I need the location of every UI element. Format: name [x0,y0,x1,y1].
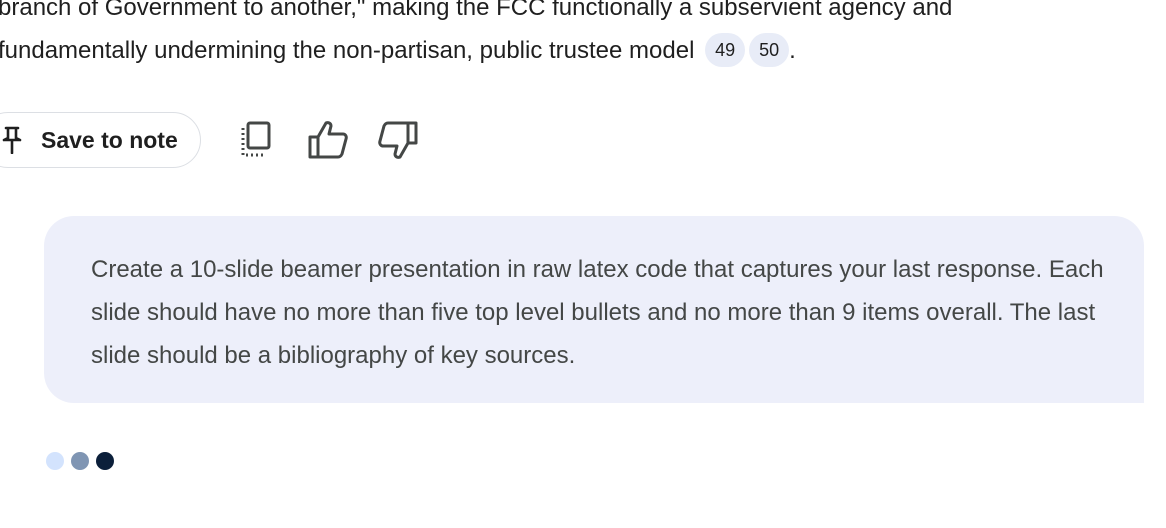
loading-indicator [46,452,114,470]
save-to-note-label: Save to note [41,126,178,153]
pin-icon [2,126,22,154]
user-prompt-bubble: Create a 10-slide beamer presentation in… [44,216,1144,403]
copy-button[interactable] [231,115,281,165]
copy-icon [241,121,271,157]
loading-dot-1 [46,452,64,470]
thumbs-down-button[interactable] [373,115,423,165]
response-line-1: branch of Government to another," making… [0,0,953,21]
response-text: branch of Government to another," making… [0,0,1158,72]
loading-dot-2 [71,452,89,470]
loading-dot-3 [96,452,114,470]
response-line-2-text: fundamentally undermining the non-partis… [0,37,695,64]
response-trailing-period: . [789,37,796,64]
save-to-note-button[interactable]: Save to note [0,112,201,168]
thumbs-up-button[interactable] [303,115,353,165]
thumbs-up-icon [308,121,348,159]
user-prompt-text: Create a 10-slide beamer presentation in… [91,256,1104,369]
response-line-2: fundamentally undermining the non-partis… [0,29,1158,72]
response-actions: Save to note [0,111,423,169]
citation-chip-50[interactable]: 50 [749,33,790,67]
citation-chip-49[interactable]: 49 [705,33,746,67]
thumbs-down-icon [378,121,418,159]
chat-view: branch of Government to another," making… [0,0,1166,528]
